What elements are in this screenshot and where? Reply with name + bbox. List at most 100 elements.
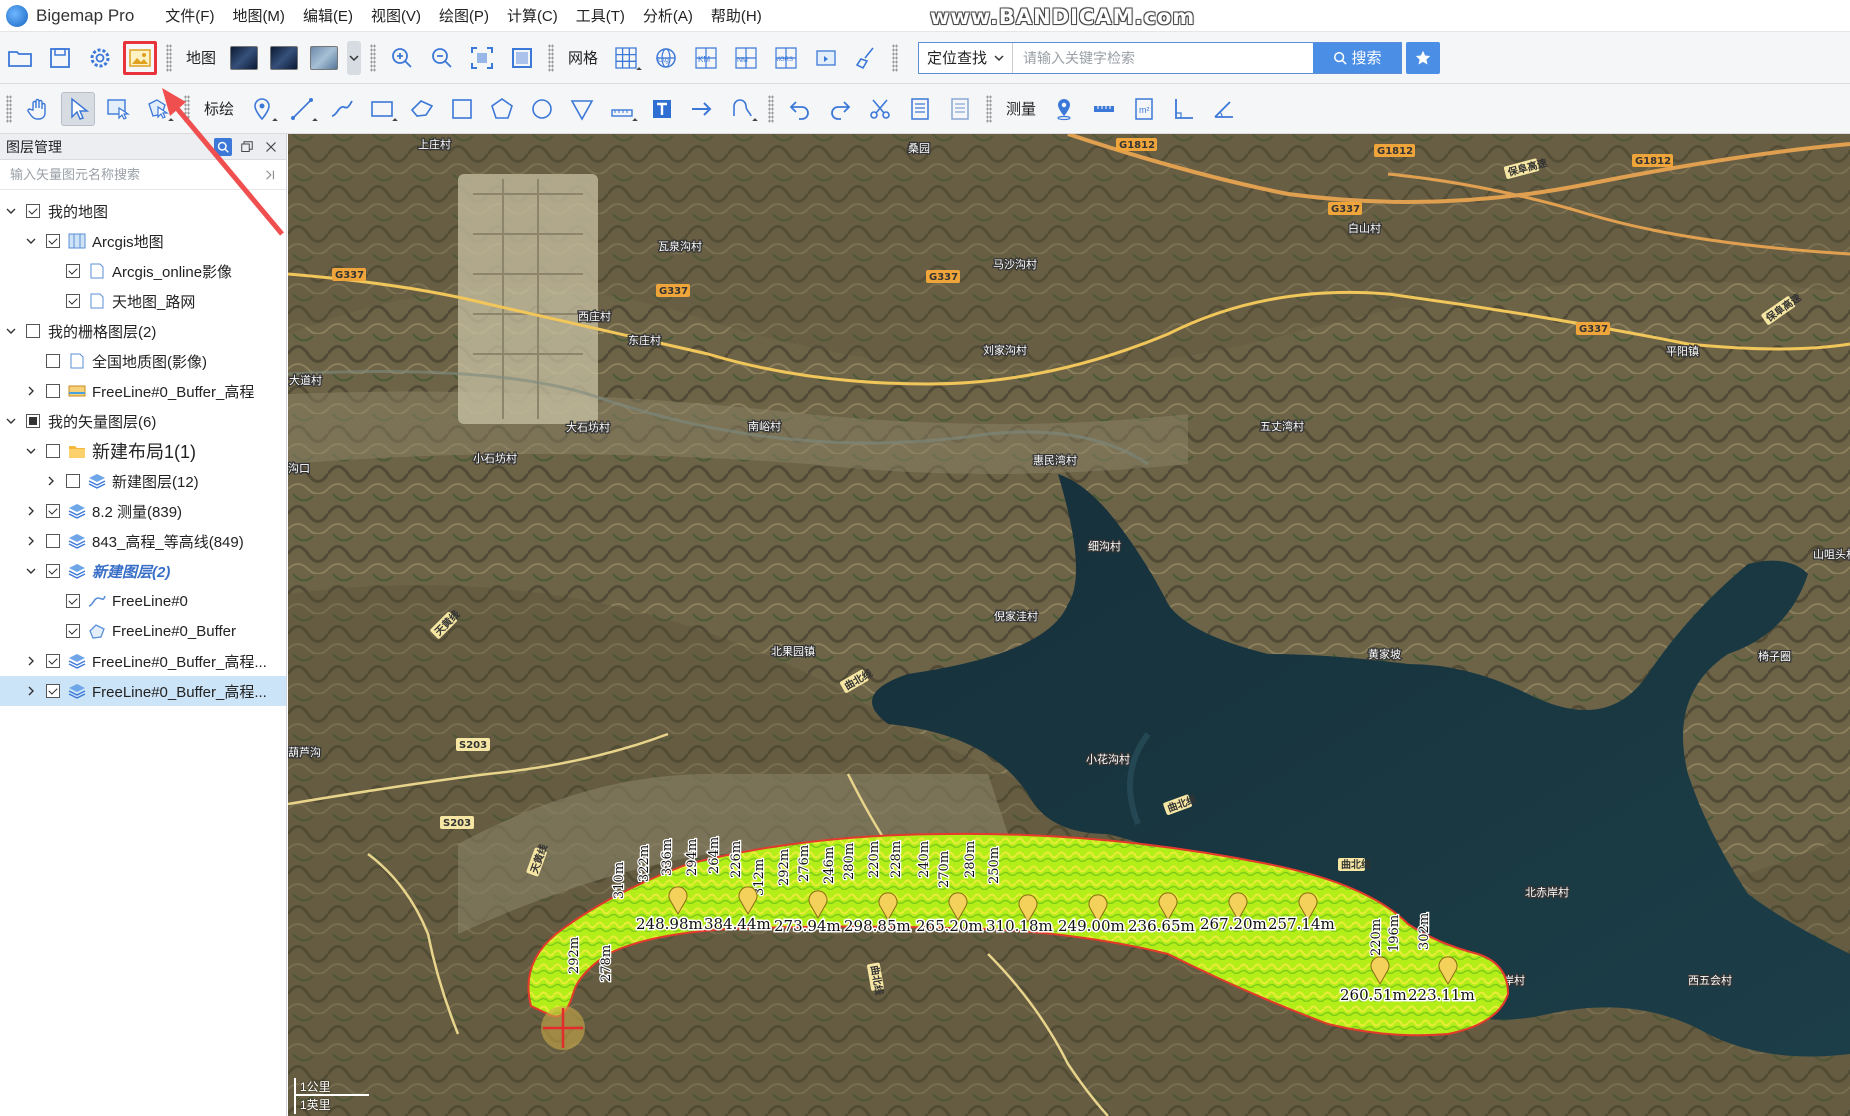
menu-view[interactable]: 视图(V) <box>362 5 430 26</box>
grid-button[interactable] <box>609 41 643 75</box>
layer-visibility-checkbox[interactable] <box>46 384 60 398</box>
layer-tree-item[interactable]: 843_高程_等高线(849) <box>0 526 286 556</box>
layer-tree-item[interactable]: 天地图_路网 <box>0 286 286 316</box>
layer-visibility-checkbox[interactable] <box>46 444 60 458</box>
measure-height-button[interactable] <box>1167 92 1201 126</box>
chevron-down-icon[interactable] <box>4 414 18 428</box>
layer-tree-item[interactable]: 新建图层(2) <box>0 556 286 586</box>
layer-visibility-checkbox[interactable] <box>66 594 80 608</box>
search-input[interactable] <box>1013 42 1314 73</box>
km-grid-button[interactable]: KM <box>689 41 723 75</box>
layer-tree-item[interactable]: 我的栅格图层(2) <box>0 316 286 346</box>
draw-sector-button[interactable] <box>565 92 599 126</box>
draw-square-button[interactable] <box>445 92 479 126</box>
clear-button[interactable] <box>849 41 883 75</box>
menu-file[interactable]: 文件(F) <box>156 5 223 26</box>
favorite-button[interactable] <box>1406 41 1441 74</box>
menu-edit[interactable]: 编辑(E) <box>294 5 362 26</box>
layer-visibility-checkbox[interactable] <box>66 294 80 308</box>
pan-button[interactable] <box>21 92 55 126</box>
chevron-down-icon[interactable] <box>4 324 18 338</box>
chevron-down-icon[interactable] <box>24 234 38 248</box>
layer-visibility-checkbox[interactable] <box>66 474 80 488</box>
draw-pentagon-button[interactable] <box>485 92 519 126</box>
utm-grid-button[interactable]: Utg <box>649 41 683 75</box>
panel-search-button[interactable] <box>214 137 232 156</box>
map-view[interactable]: 上庄村 桑园 瓦泉沟村 马沙沟村 白山村 西庄村 东庄村 刘家沟村 平阳镇 大道村 大石坊村 南峪村 五… <box>288 134 1850 1116</box>
layer-tree-item[interactable]: 新建布局1(1) <box>0 436 286 466</box>
panel-close-button[interactable] <box>262 138 280 156</box>
toolbar-grip[interactable] <box>548 43 555 72</box>
chevron-down-icon[interactable] <box>24 564 38 578</box>
select-area-button[interactable] <box>101 92 135 126</box>
map-cache-button[interactable] <box>809 41 843 75</box>
chevron-right-icon[interactable] <box>24 684 38 698</box>
menu-draw[interactable]: 绘图(P) <box>430 5 498 26</box>
menu-calc[interactable]: 计算(C) <box>498 5 567 26</box>
layer-search-input[interactable] <box>10 167 264 182</box>
panel-collapse-icon[interactable] <box>264 169 276 181</box>
chevron-right-icon[interactable] <box>44 474 58 488</box>
layer-tree-item[interactable]: FreeLine#0_Buffer_高程 <box>0 376 286 406</box>
chevron-down-icon[interactable] <box>4 204 18 218</box>
toolbar-grip[interactable] <box>166 43 172 72</box>
nm-grid-button[interactable]: NM <box>729 41 763 75</box>
layer-visibility-checkbox[interactable] <box>46 234 60 248</box>
measure-distance-button[interactable] <box>1087 92 1121 126</box>
draw-curve-button[interactable] <box>725 92 759 126</box>
draw-ruler-button[interactable] <box>605 92 639 126</box>
draw-arrow-button[interactable] <box>685 92 719 126</box>
save-button[interactable] <box>43 41 77 75</box>
layer-tree-item[interactable]: 8.2 测量(839) <box>0 496 286 526</box>
map-source-dark-button[interactable] <box>227 41 261 75</box>
chevron-right-icon[interactable] <box>24 654 38 668</box>
draw-line-button[interactable] <box>285 92 319 126</box>
toolbar-grip[interactable] <box>768 94 775 123</box>
map-canvas[interactable]: 上庄村 桑园瓦泉沟村马沙沟村 白山村西庄村东庄村刘家沟村 平阳镇大道村大石坊村 南峪村 五… <box>288 134 1850 1116</box>
layer-tree-item[interactable]: FreeLine#0 <box>0 586 286 616</box>
layer-visibility-checkbox[interactable] <box>66 264 80 278</box>
map-source-dropdown[interactable] <box>347 40 362 75</box>
layer-tree-item[interactable]: FreeLine#0_Buffer_高程... <box>0 646 286 676</box>
layer-visibility-checkbox[interactable] <box>46 684 60 698</box>
toolbar-grip[interactable] <box>892 43 899 72</box>
open-file-button[interactable] <box>3 41 37 75</box>
measure-area-button[interactable]: m² <box>1127 92 1161 126</box>
zoom-in-button[interactable] <box>385 41 419 75</box>
select-button[interactable] <box>61 91 95 126</box>
layer-visibility-checkbox[interactable] <box>46 564 60 578</box>
chevron-right-icon[interactable] <box>24 384 38 398</box>
chevron-right-icon[interactable] <box>24 504 38 518</box>
layer-tree-item[interactable]: FreeLine#0_Buffer <box>0 616 286 646</box>
layer-tree-item[interactable]: 新建图层(12) <box>0 466 286 496</box>
undo-button[interactable] <box>783 92 817 126</box>
layer-visibility-checkbox[interactable] <box>66 624 80 638</box>
feature-list-button[interactable] <box>943 92 977 126</box>
map-source-night-button[interactable] <box>267 41 301 75</box>
layer-visibility-checkbox[interactable] <box>46 534 60 548</box>
search-button[interactable]: 搜索 <box>1313 42 1402 73</box>
zoom-out-button[interactable] <box>425 41 459 75</box>
draw-rectangle-button[interactable] <box>365 92 399 126</box>
settings-button[interactable] <box>83 41 117 75</box>
layer-tree-item[interactable]: 我的地图 <box>0 196 286 226</box>
layer-tree-item[interactable]: 全国地质图(影像) <box>0 346 286 376</box>
menu-help[interactable]: 帮助(H) <box>702 5 771 26</box>
toolbar-grip[interactable] <box>184 94 190 123</box>
zoom-extent-button[interactable] <box>465 41 499 75</box>
search-type-dropdown[interactable]: 定位查找 <box>919 42 1014 73</box>
layer-tree-item[interactable]: Arcgis_online影像 <box>0 256 286 286</box>
layer-visibility-checkbox[interactable] <box>46 504 60 518</box>
fullscreen-button[interactable] <box>505 41 539 75</box>
layer-visibility-checkbox[interactable] <box>26 324 40 338</box>
menu-analysis[interactable]: 分析(A) <box>634 5 702 26</box>
layer-visibility-checkbox[interactable] <box>46 354 60 368</box>
draw-circle-button[interactable] <box>525 92 559 126</box>
image-export-button[interactable] <box>123 40 157 75</box>
layer-visibility-checkbox[interactable] <box>26 414 40 428</box>
measure-point-button[interactable] <box>1047 92 1081 126</box>
chevron-down-icon[interactable] <box>24 444 38 458</box>
measure-angle-button[interactable] <box>1207 92 1241 126</box>
menu-map[interactable]: 地图(M) <box>223 5 294 26</box>
toolbar-grip[interactable] <box>6 94 12 123</box>
